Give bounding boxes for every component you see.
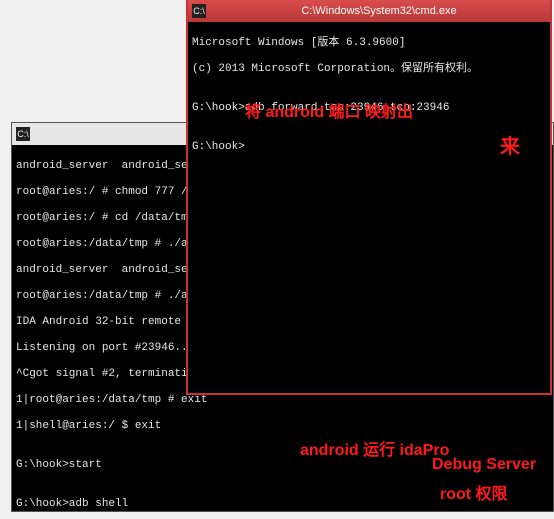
term-line: G:\hook>adb forward tcp:23946 tcp:23946 [192,102,546,115]
term-line: G:\hook>adb shell [16,498,549,511]
term-line: 1|root@aries:/data/tmp # exit [16,394,549,407]
terminal-front[interactable]: C:\ C:\Windows\System32\cmd.exe Microsof… [186,0,552,395]
term-line: G:\hook>start [16,459,549,472]
term-line: Microsoft Windows [版本 6.3.9600] [192,37,546,50]
term-line: G:\hook> [192,141,546,154]
terminal-front-body[interactable]: Microsoft Windows [版本 6.3.9600] (c) 2013… [188,22,550,393]
term-line: 1|shell@aries:/ $ exit [16,420,549,433]
cmd-icon: C:\ [192,4,206,18]
cmd-icon: C:\ [16,127,30,141]
titlebar-front-text: C:\Windows\System32\cmd.exe [212,5,546,17]
term-line: (c) 2013 Microsoft Corporation。保留所有权利。 [192,63,546,76]
titlebar-front[interactable]: C:\ C:\Windows\System32\cmd.exe [188,0,550,22]
